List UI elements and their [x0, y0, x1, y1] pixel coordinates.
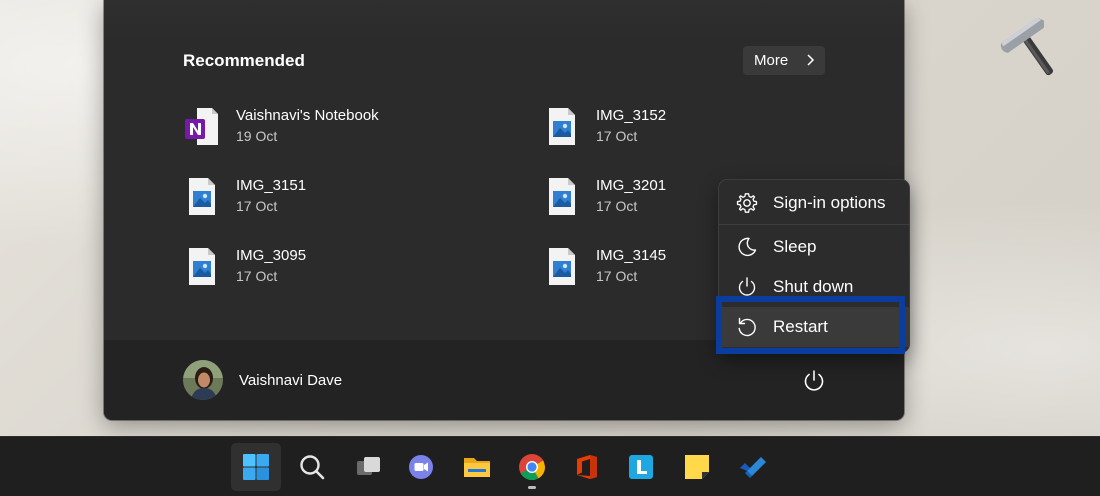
power-icon[interactable]	[801, 368, 827, 394]
file-name: IMG_3145	[596, 247, 667, 264]
recommended-item[interactable]: Vaishnavi's Notebook 19 Oct	[185, 107, 445, 153]
divider	[719, 224, 909, 225]
start-button[interactable]	[231, 443, 281, 491]
sleep-label: Sleep	[773, 237, 817, 256]
recommended-item[interactable]: IMG_3152 17 Oct	[545, 107, 805, 153]
start-footer: Vaishnavi Dave	[104, 340, 904, 420]
more-button[interactable]: More	[743, 46, 825, 75]
restart-item[interactable]: Restart	[719, 307, 909, 347]
recommended-item[interactable]: IMG_3151 17 Oct	[185, 177, 445, 223]
recommended-item[interactable]: IMG_3095 17 Oct	[185, 247, 445, 293]
power-menu: Sign-in options Sleep Shut down Restart	[719, 180, 909, 352]
teams-chat-icon	[409, 455, 433, 479]
chrome-button[interactable]	[507, 443, 557, 491]
file-date: 17 Oct	[236, 268, 278, 284]
todo-check-icon	[740, 457, 766, 478]
chat-button[interactable]	[396, 443, 446, 491]
onenote-file-icon	[185, 108, 218, 145]
restart-label: Restart	[773, 317, 828, 336]
task-view-button[interactable]	[343, 443, 393, 491]
image-file-icon	[189, 248, 215, 285]
recommended-title: Recommended	[183, 51, 305, 70]
windows-logo-icon	[243, 454, 269, 480]
taskbar	[0, 436, 1100, 496]
shut-down-item[interactable]: Shut down	[719, 267, 909, 307]
file-name: IMG_3151	[236, 177, 307, 194]
folder-icon	[464, 458, 490, 477]
sleep-item[interactable]: Sleep	[719, 227, 909, 267]
file-date: 17 Oct	[596, 128, 638, 144]
task-view-icon	[357, 457, 380, 475]
user-name[interactable]: Vaishnavi Dave	[239, 372, 342, 389]
file-date: 17 Oct	[596, 268, 638, 284]
image-file-icon	[549, 108, 575, 145]
lightkey-button[interactable]	[616, 443, 666, 491]
image-file-icon	[549, 178, 575, 215]
sticky-notes-button[interactable]	[672, 443, 722, 491]
sign-in-options-label: Sign-in options	[773, 193, 886, 212]
file-date: 17 Oct	[236, 198, 278, 214]
running-indicator	[528, 486, 536, 489]
user-photo-icon	[183, 360, 223, 400]
office-button[interactable]	[562, 443, 612, 491]
avatar[interactable]	[183, 360, 223, 400]
l-app-icon	[629, 455, 653, 479]
chrome-icon	[519, 454, 546, 481]
office-icon	[577, 455, 597, 479]
restart-icon	[738, 317, 756, 337]
moon-icon	[738, 237, 757, 257]
todo-button[interactable]	[727, 443, 777, 491]
search-button[interactable]	[287, 443, 337, 491]
sign-in-options-item[interactable]: Sign-in options	[719, 183, 909, 223]
file-name: IMG_3201	[596, 177, 667, 194]
image-file-icon	[189, 178, 215, 215]
file-date: 19 Oct	[236, 128, 278, 144]
shut-down-label: Shut down	[773, 277, 854, 296]
chevron-right-icon	[807, 54, 815, 66]
file-name: Vaishnavi's Notebook	[236, 107, 379, 124]
more-label: More	[754, 52, 789, 69]
file-date: 17 Oct	[596, 198, 638, 214]
file-name: IMG_3095	[236, 247, 307, 264]
sticky-notes-icon	[685, 455, 709, 479]
hammer-logo-icon	[1000, 17, 1054, 76]
image-file-icon	[549, 248, 575, 285]
search-icon	[300, 455, 325, 480]
power-icon	[738, 277, 756, 296]
file-explorer-button[interactable]	[452, 443, 502, 491]
file-name: IMG_3152	[596, 107, 667, 124]
gear-icon	[736, 193, 758, 213]
